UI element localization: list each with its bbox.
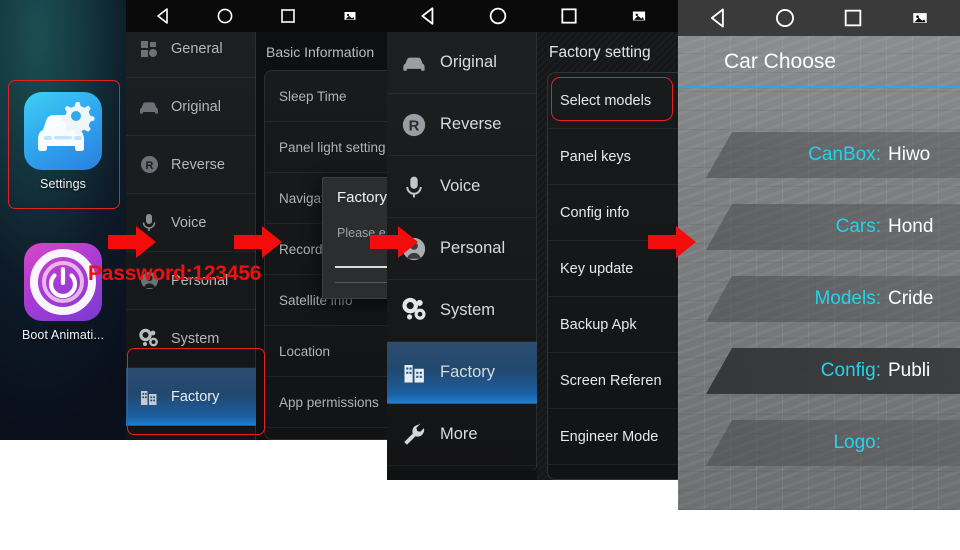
factory-building-icon bbox=[136, 384, 162, 410]
gears-icon bbox=[399, 296, 429, 326]
sidebar-item-label: System bbox=[440, 301, 496, 319]
list-item[interactable]: Sleep Time bbox=[265, 71, 387, 122]
list-item-backup-apk[interactable]: Backup Apk bbox=[548, 297, 680, 353]
android-navbar bbox=[126, 0, 387, 32]
page-title: Car Choose bbox=[724, 50, 837, 73]
home-icon[interactable] bbox=[774, 7, 796, 29]
sidebar-item-system[interactable]: System bbox=[387, 280, 537, 342]
list-item[interactable]: Location bbox=[265, 326, 387, 377]
sidebar-item-label: General bbox=[171, 40, 223, 57]
settings-panel: General Original R Reverse Voice Persona… bbox=[126, 0, 387, 440]
row-key: Logo: bbox=[833, 432, 881, 453]
car-choose-row-models[interactable]: Models: Cride bbox=[706, 276, 960, 322]
recents-icon[interactable] bbox=[277, 5, 299, 27]
title-underline bbox=[678, 86, 960, 88]
row-key: Config: bbox=[820, 360, 881, 381]
car-choose-row-canbox[interactable]: CanBox: Hiwo bbox=[706, 132, 960, 178]
dialog-title: Factory bbox=[337, 189, 387, 206]
sidebar-item-original[interactable]: Original bbox=[126, 78, 256, 136]
dialog-divider bbox=[335, 282, 387, 283]
android-navbar bbox=[387, 0, 680, 32]
sidebar-item-original[interactable]: Original bbox=[387, 32, 537, 94]
factory-list: Select models Panel keys Config info Key… bbox=[547, 72, 680, 480]
sidebar-item-label: Voice bbox=[440, 177, 481, 195]
sidebar-item-label: Reverse bbox=[440, 115, 502, 133]
row-key: Cars: bbox=[835, 216, 881, 237]
car-choose-row-config[interactable]: Config: Publi bbox=[706, 348, 960, 394]
row-value: Cride bbox=[888, 288, 934, 309]
car-choose-row-logo[interactable]: Logo: bbox=[706, 420, 960, 466]
sidebar-item-system[interactable]: System bbox=[126, 310, 256, 368]
sidebar-item-label: Personal bbox=[440, 239, 506, 257]
car-icon bbox=[136, 94, 162, 120]
sidebar-item-factory[interactable]: Factory bbox=[126, 368, 256, 426]
sidebar-item-general[interactable]: General bbox=[126, 32, 256, 78]
password-input[interactable] bbox=[335, 266, 387, 268]
home-icon[interactable] bbox=[487, 5, 509, 27]
row-value: Hond bbox=[888, 216, 934, 237]
app-label: Settings bbox=[40, 177, 86, 191]
launcher-panel: Settings Boot Animati... bbox=[0, 0, 126, 440]
sidebar-item-label: Original bbox=[171, 98, 221, 115]
app-label: Boot Animati... bbox=[21, 328, 105, 342]
svg-text:R: R bbox=[145, 160, 153, 172]
car-choose-panel: Car Choose CanBox: Hiwo Cars: Hond Model… bbox=[678, 0, 960, 510]
reverse-r-icon: R bbox=[399, 110, 429, 140]
screenshot-icon[interactable] bbox=[339, 5, 361, 27]
sidebar-item-reverse[interactable]: R Reverse bbox=[387, 94, 537, 156]
flow-arrow-3 bbox=[370, 226, 418, 263]
gears-icon bbox=[136, 326, 162, 352]
back-icon[interactable] bbox=[152, 5, 174, 27]
sidebar-item-label: System bbox=[171, 330, 220, 347]
sidebar-item-label: Voice bbox=[171, 214, 207, 231]
android-navbar bbox=[678, 0, 960, 36]
flow-arrow-1 bbox=[108, 226, 156, 263]
sidebar-item-more[interactable]: More bbox=[387, 404, 537, 466]
sidebar-item-label: Factory bbox=[171, 388, 220, 405]
list-item[interactable]: Panel light setting bbox=[265, 122, 387, 173]
car-icon bbox=[399, 48, 429, 78]
row-key: Models: bbox=[814, 288, 881, 309]
microphone-icon bbox=[399, 172, 429, 202]
recents-icon[interactable] bbox=[842, 7, 864, 29]
app-tile-settings[interactable]: Settings bbox=[0, 92, 126, 191]
svg-text:R: R bbox=[409, 118, 420, 134]
recents-icon[interactable] bbox=[558, 5, 580, 27]
sidebar-item-voice[interactable]: Voice bbox=[387, 156, 537, 218]
car-choose-stage: Car Choose CanBox: Hiwo Cars: Hond Model… bbox=[678, 36, 960, 510]
back-icon[interactable] bbox=[707, 7, 729, 29]
list-item-panel-keys[interactable]: Panel keys bbox=[548, 129, 680, 185]
factory-setting-panel: Original R Reverse Voice Personal System… bbox=[387, 0, 680, 480]
password-annotation: Password:123456 bbox=[88, 262, 262, 285]
sidebar-item-label: Factory bbox=[440, 363, 496, 381]
row-key: CanBox: bbox=[808, 144, 881, 165]
sidebar-item-reverse[interactable]: R Reverse bbox=[126, 136, 256, 194]
content-title: Basic Information bbox=[266, 44, 375, 60]
sidebar-item-label: Original bbox=[440, 53, 497, 71]
list-item-screen-reference[interactable]: Screen Referen bbox=[548, 353, 680, 409]
car-gear-icon bbox=[24, 92, 102, 170]
list-item-select-models[interactable]: Select models bbox=[548, 73, 680, 129]
factory-building-icon bbox=[399, 358, 429, 388]
flow-arrow-2 bbox=[234, 226, 282, 263]
sidebar-item-label: More bbox=[440, 425, 478, 443]
list-item-engineer-mode[interactable]: Engineer Mode bbox=[548, 409, 680, 465]
flow-arrow-4 bbox=[648, 226, 696, 263]
list-item[interactable]: App permissions bbox=[265, 377, 387, 428]
row-value: Hiwo bbox=[888, 144, 931, 165]
wrench-icon bbox=[399, 420, 429, 450]
grid-icon bbox=[136, 36, 162, 62]
screenshot-icon[interactable] bbox=[628, 5, 650, 27]
back-icon[interactable] bbox=[417, 5, 439, 27]
sidebar-item-label: Reverse bbox=[171, 156, 225, 173]
sidebar-item-factory[interactable]: Factory bbox=[387, 342, 537, 404]
screenshot-icon[interactable] bbox=[909, 7, 931, 29]
home-icon[interactable] bbox=[214, 5, 236, 27]
reverse-r-icon: R bbox=[136, 152, 162, 178]
content-title: Factory setting bbox=[549, 44, 651, 61]
row-value: Publi bbox=[888, 360, 931, 381]
car-choose-row-cars[interactable]: Cars: Hond bbox=[706, 204, 960, 250]
